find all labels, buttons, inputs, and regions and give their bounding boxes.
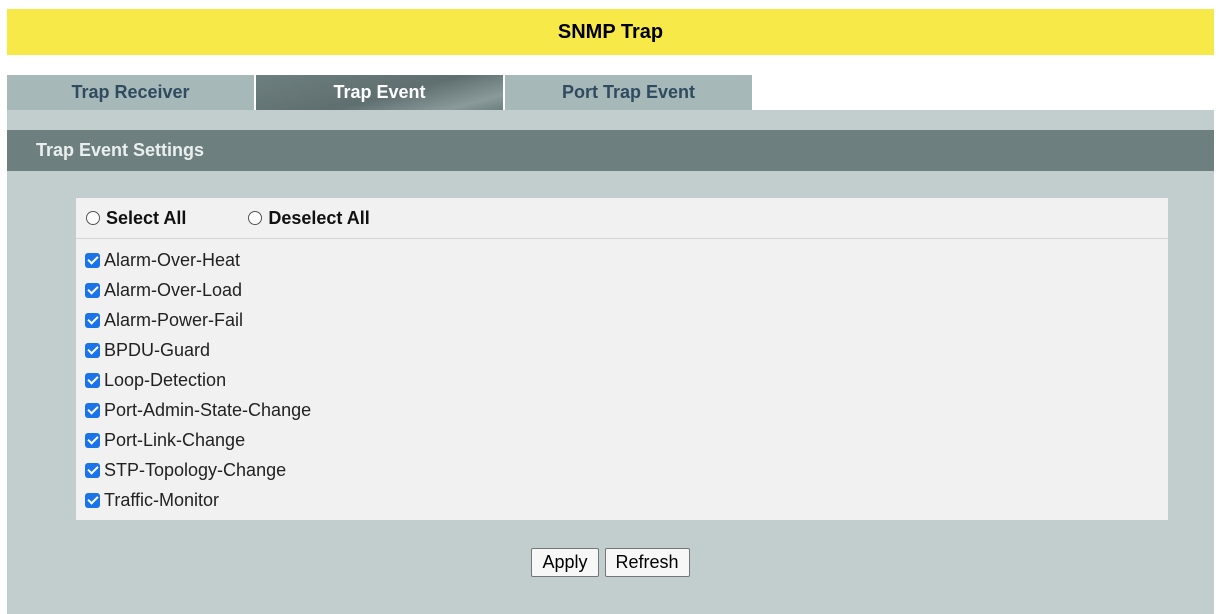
event-label: STP-Topology-Change (104, 459, 287, 480)
refresh-button[interactable]: Refresh (604, 548, 690, 577)
event-checkbox[interactable] (85, 432, 100, 448)
event-loop-detection[interactable]: Loop-Detection (76, 365, 1168, 395)
event-list: Alarm-Over-Heat Alarm-Over-Load Alarm-Po… (76, 239, 1168, 515)
tab-bar: Trap Receiver Trap Event Port Trap Event (7, 75, 752, 110)
page-title: SNMP Trap (7, 9, 1214, 55)
event-label: Loop-Detection (104, 369, 227, 390)
content-area: Trap Event Settings Select All Deselect … (7, 110, 1214, 614)
event-checkbox[interactable] (85, 402, 100, 418)
event-label: BPDU-Guard (104, 339, 211, 360)
tab-port-trap-event[interactable]: Port Trap Event (505, 75, 752, 110)
apply-button[interactable]: Apply (531, 548, 599, 577)
event-checkbox[interactable] (85, 462, 100, 478)
deselect-all-radio[interactable] (248, 211, 263, 225)
event-checkbox[interactable] (85, 282, 100, 298)
event-alarm-over-load[interactable]: Alarm-Over-Load (76, 275, 1168, 305)
deselect-all-option[interactable]: Deselect All (248, 207, 370, 229)
event-checkbox[interactable] (85, 492, 100, 508)
tab-trap-receiver[interactable]: Trap Receiver (7, 75, 254, 110)
event-traffic-monitor[interactable]: Traffic-Monitor (76, 485, 1168, 515)
select-all-option[interactable]: Select All (86, 208, 186, 229)
event-label: Alarm-Power-Fail (104, 309, 244, 330)
trap-event-panel: Select All Deselect All Alarm-Over-Heat … (76, 198, 1168, 520)
event-alarm-power-fail[interactable]: Alarm-Power-Fail (76, 305, 1168, 335)
event-label: Port-Admin-State-Change (104, 399, 312, 420)
section-title: Trap Event Settings (7, 130, 1214, 171)
event-label: Alarm-Over-Load (104, 279, 243, 300)
event-port-link-change[interactable]: Port-Link-Change (76, 425, 1168, 455)
action-buttons: Apply Refresh (7, 548, 1214, 577)
event-label: Port-Link-Change (104, 429, 246, 450)
event-label: Alarm-Over-Heat (104, 249, 241, 270)
event-port-admin-state-change[interactable]: Port-Admin-State-Change (76, 395, 1168, 425)
event-checkbox[interactable] (85, 252, 100, 268)
selection-row: Select All Deselect All (76, 198, 1168, 239)
select-all-label: Select All (106, 207, 187, 228)
tab-trap-event[interactable]: Trap Event (256, 75, 503, 110)
deselect-all-label: Deselect All (268, 207, 370, 228)
event-stp-topology-change[interactable]: STP-Topology-Change (76, 455, 1168, 485)
event-checkbox[interactable] (85, 372, 100, 388)
event-checkbox[interactable] (85, 312, 100, 328)
event-alarm-over-heat[interactable]: Alarm-Over-Heat (76, 245, 1168, 275)
event-checkbox[interactable] (85, 342, 100, 358)
select-all-radio[interactable] (86, 211, 100, 225)
event-bpdu-guard[interactable]: BPDU-Guard (76, 335, 1168, 365)
event-label: Traffic-Monitor (104, 489, 220, 510)
